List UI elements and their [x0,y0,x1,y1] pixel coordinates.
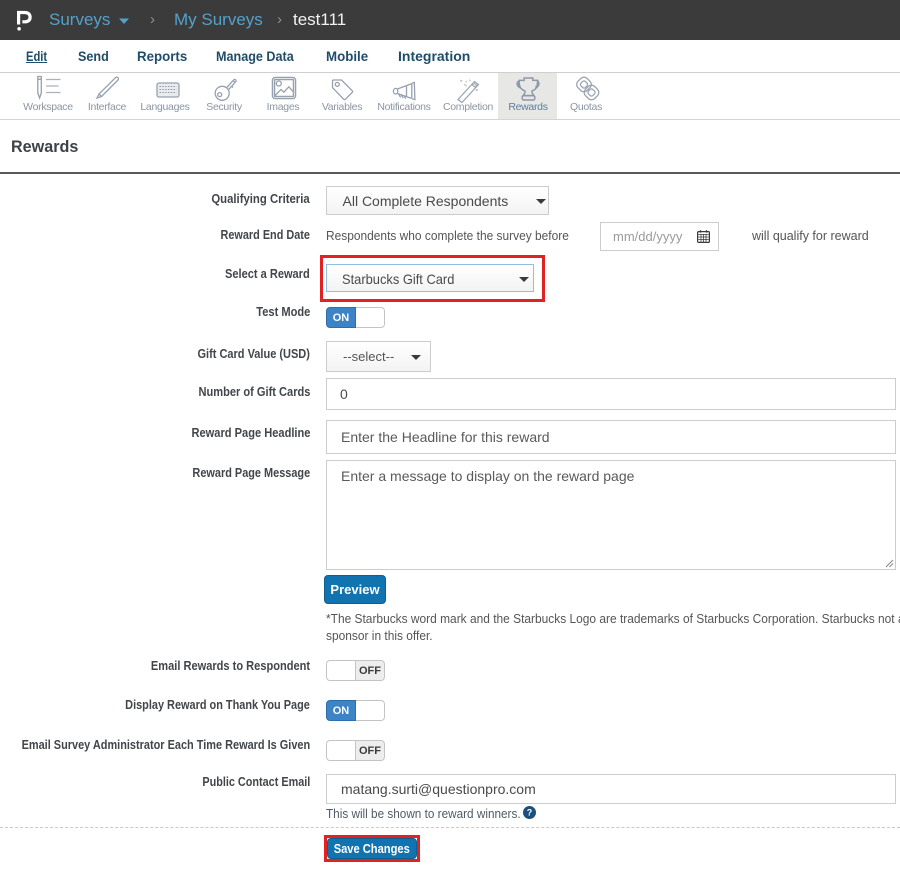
svg-text:?: ? [526,808,532,818]
